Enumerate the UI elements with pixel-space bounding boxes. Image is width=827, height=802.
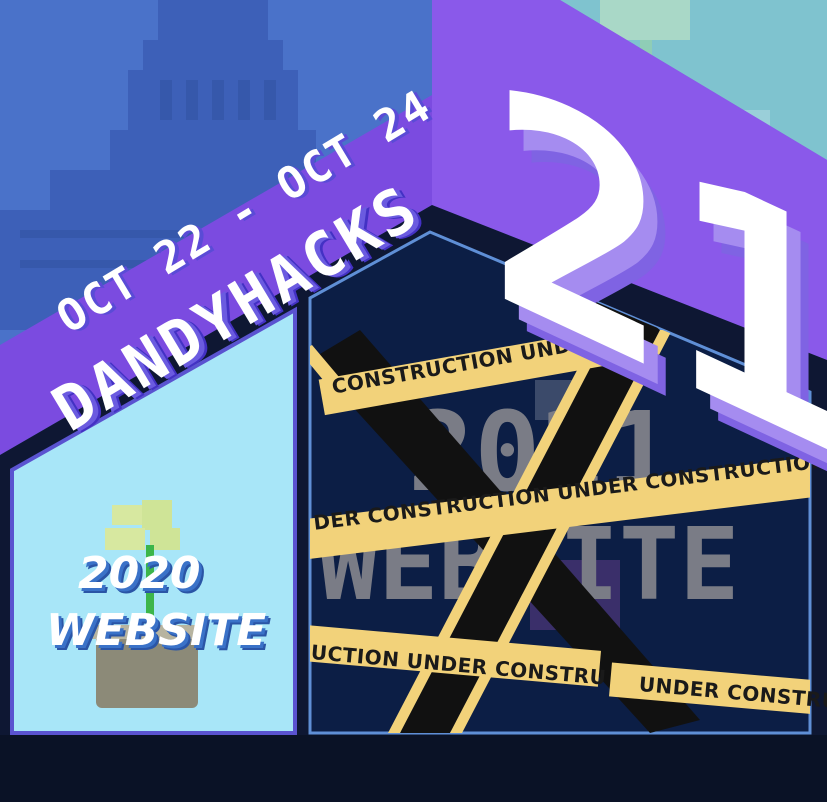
hackathon-banner: 2020 WEBSITE 2021 WEBSITE — [0, 0, 827, 802]
